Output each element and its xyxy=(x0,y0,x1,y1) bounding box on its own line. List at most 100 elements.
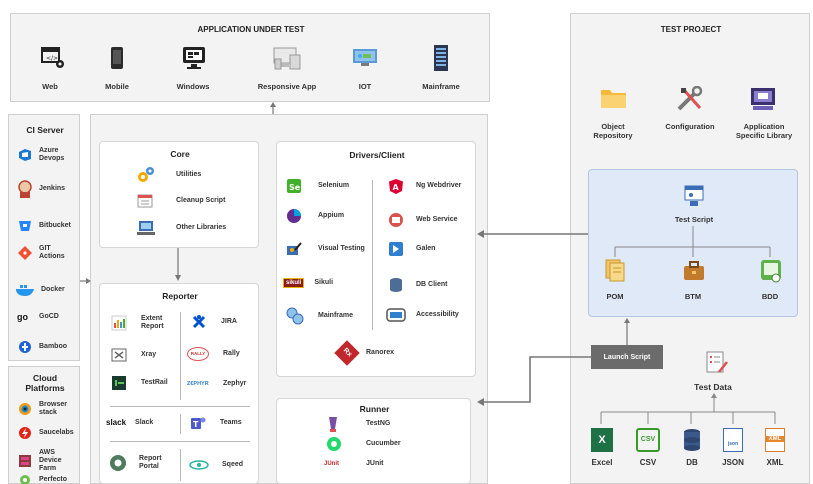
json-label: JSON xyxy=(722,458,744,467)
angular-icon: A xyxy=(388,178,404,194)
svg-text:A: A xyxy=(393,183,400,192)
launch-script-button[interactable]: Launch Script xyxy=(591,345,663,369)
btm-icon xyxy=(682,260,706,282)
driver-sikuli: sikuli Sikuli xyxy=(283,278,333,288)
reporter-slack: slack Slack xyxy=(106,418,154,427)
responsive-app-icon xyxy=(272,45,302,71)
drivers-client-card: Drivers/Client xyxy=(276,141,476,377)
project-title: TEST PROJECT xyxy=(660,25,722,34)
reporter-jira: JIRA xyxy=(191,314,237,330)
aut-iot-label: IOT xyxy=(358,82,372,91)
launch-script-label: Launch Script xyxy=(603,353,651,361)
aut-title: APPLICATION UNDER TEST xyxy=(197,25,305,34)
csv-label: CSV xyxy=(639,458,657,467)
xml-label: XML xyxy=(766,458,784,467)
pom-icon xyxy=(604,258,628,284)
azure-devops-icon xyxy=(17,147,33,163)
database-icon xyxy=(388,277,404,293)
xml-icon: XML xyxy=(765,428,785,452)
galen-icon xyxy=(388,241,404,257)
application-library-label: Application Specific Library xyxy=(735,122,793,140)
testng-icon xyxy=(326,415,340,433)
accessibility-icon xyxy=(386,307,406,323)
reporter-h-divider-1 xyxy=(110,406,250,407)
mainframe-gears-icon xyxy=(286,307,304,325)
ci-item-gocd: go GoCD xyxy=(17,312,59,322)
driver-web-service: Web Service xyxy=(388,212,458,228)
reporter-v-divider-2 xyxy=(180,414,181,434)
cloud-item-perfecto: Perfecto xyxy=(17,472,77,484)
cloud-item-browserstack: Browser stack xyxy=(17,401,77,417)
reporter-teams: T Teams xyxy=(190,415,242,431)
library-icon xyxy=(136,219,156,237)
aut-web-label: Web xyxy=(42,82,58,91)
reporter-v-divider-1 xyxy=(180,312,181,400)
driver-selenium: Se Selenium xyxy=(286,178,349,194)
ci-item-bamboo: Bamboo xyxy=(17,339,77,355)
ci-title: CI Server xyxy=(26,125,64,135)
core-title: Core xyxy=(170,149,190,159)
excel-label: Excel xyxy=(591,458,613,467)
configuration-icon xyxy=(676,85,704,112)
object-repository-label: Object Repository xyxy=(593,122,633,140)
report-portal-icon xyxy=(109,454,127,472)
bamboo-icon xyxy=(17,339,33,355)
reporter-xray: Xray xyxy=(111,347,156,363)
bdd-icon xyxy=(759,258,783,284)
web-service-icon xyxy=(388,212,404,228)
driver-visual-testing: Visual Testing xyxy=(286,241,365,257)
svg-text:</>: </> xyxy=(46,55,58,62)
aut-mobile-label: Mobile xyxy=(105,82,129,91)
cloud-title: Cloud Platforms xyxy=(25,373,65,393)
csv-icon: CSV xyxy=(636,428,660,452)
drivers-title: Drivers/Client xyxy=(349,150,405,160)
saucelabs-icon xyxy=(17,425,33,441)
reporter-zephyr: Z€PHYR Zephyr xyxy=(187,380,247,387)
appium-icon xyxy=(286,208,302,224)
core-item-other-libraries: Other Libraries xyxy=(136,219,226,237)
ci-item-azure: Azure Devops xyxy=(17,147,77,163)
reporter-rally: RALLY Rally xyxy=(187,347,240,361)
ci-item-docker: Docker xyxy=(15,282,77,298)
pom-label: POM xyxy=(606,292,624,301)
db-label: DB xyxy=(686,458,698,467)
mainframe-icon xyxy=(433,44,449,72)
git-icon xyxy=(17,245,33,261)
reporter-title: Reporter xyxy=(162,291,198,301)
reporter-report-portal: Report Portal xyxy=(109,454,169,472)
cucumber-icon xyxy=(326,436,342,452)
visual-testing-icon xyxy=(286,241,302,257)
driver-appium: Appium xyxy=(286,208,344,224)
aut-responsive-label: Responsive App xyxy=(257,82,317,91)
db-icon xyxy=(682,428,702,452)
gears-icon xyxy=(136,166,156,184)
reporter-extent: Extent Report xyxy=(111,315,171,331)
cloud-item-aws: AWS Device Farm xyxy=(17,449,77,473)
junit-icon: JUnit xyxy=(324,461,339,467)
driver-ranorex: Rx Ranorex xyxy=(334,340,394,366)
cloud-item-saucelabs: Saucelabs xyxy=(17,425,77,441)
iot-icon xyxy=(351,45,379,69)
runner-title: Runner xyxy=(359,404,390,414)
driver-accessibility: Accessibility xyxy=(386,307,459,323)
test-data-label: Test Data xyxy=(694,382,732,392)
aws-device-farm-icon xyxy=(17,453,33,469)
test-script-icon xyxy=(682,184,706,208)
mobile-icon xyxy=(110,46,124,70)
testrail-icon xyxy=(111,375,127,391)
reporter-testrail: TestRail xyxy=(111,375,168,391)
zephyr-icon: Z€PHYR xyxy=(187,381,209,387)
runner-cucumber: Cucumber xyxy=(326,436,401,452)
runner-testng: TestNG xyxy=(326,415,390,433)
ci-item-bitbucket: Bitbucket xyxy=(17,218,77,234)
selenium-icon: Se xyxy=(286,178,302,194)
jira-icon xyxy=(191,314,207,330)
test-script-label: Test Script xyxy=(674,215,714,224)
drivers-divider xyxy=(372,180,373,330)
core-item-utilities: Utilities xyxy=(136,166,201,184)
web-icon: </> xyxy=(40,46,66,70)
bdd-label: BDD xyxy=(761,292,779,301)
aut-mainframe-label: Mainframe xyxy=(422,82,460,91)
rally-icon: RALLY xyxy=(187,347,209,361)
core-item-cleanup: Cleanup Script xyxy=(136,193,225,209)
